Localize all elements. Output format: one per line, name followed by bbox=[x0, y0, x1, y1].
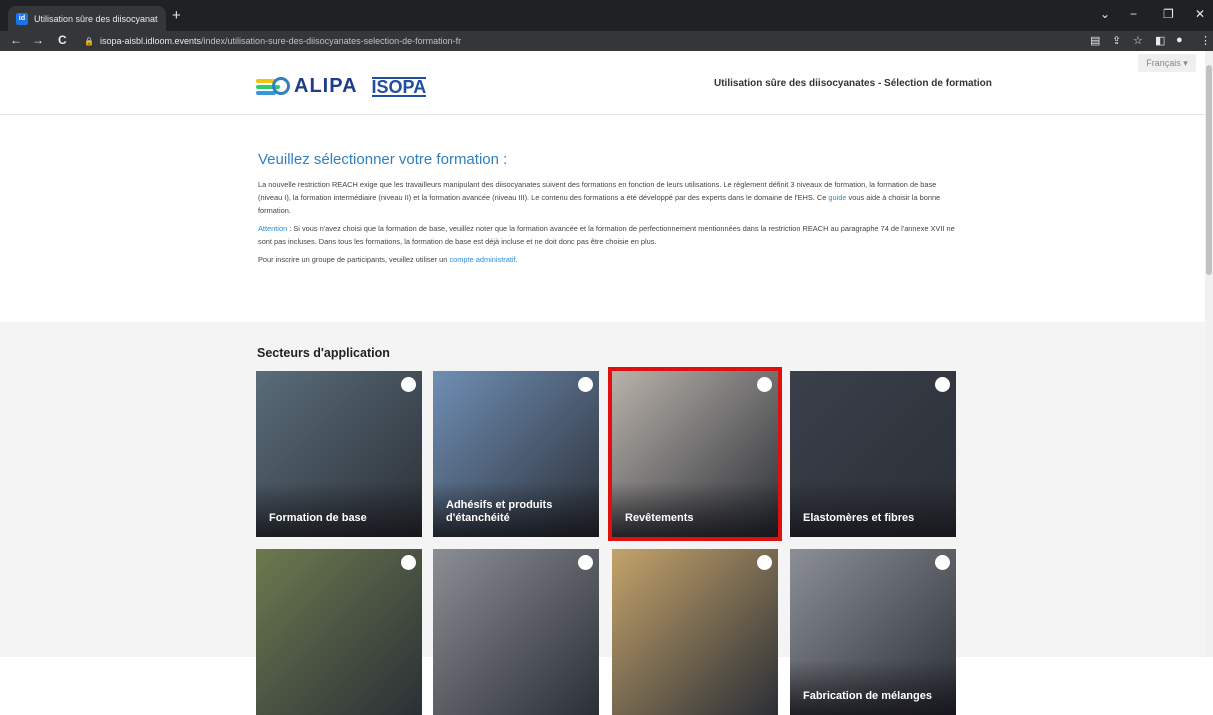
guide-link[interactable]: guide bbox=[828, 193, 846, 202]
attention-paragraph: Attention : Si vous n'avez choisi que la… bbox=[258, 224, 955, 246]
scrollbar-thumb[interactable] bbox=[1206, 65, 1212, 275]
reload-icon[interactable]: C bbox=[58, 33, 67, 47]
restore-button[interactable]: ❐ bbox=[1163, 7, 1174, 21]
alipa-logo: ALIPA bbox=[294, 75, 358, 97]
tab-search-icon[interactable]: ⌄ bbox=[1100, 7, 1110, 21]
bookmark-star-icon[interactable]: ☆ bbox=[1133, 34, 1143, 47]
card-radio[interactable] bbox=[578, 377, 593, 392]
page-content: ALIPA ISOPA Utilisation sûre des diisocy… bbox=[0, 51, 1213, 715]
card-radio[interactable] bbox=[935, 555, 950, 570]
sector-card[interactable]: Adhésifs et produits d'étanchéité bbox=[433, 371, 599, 537]
sectors-section: Secteurs d'application Formation de base… bbox=[0, 322, 1213, 715]
intro-section: Veuillez sélectionner votre formation : … bbox=[258, 151, 958, 271]
minimize-button[interactable]: − bbox=[1130, 7, 1137, 21]
browser-tab[interactable]: id Utilisation sûre des diisocyanates × bbox=[8, 6, 166, 31]
sector-card[interactable]: Formation de base bbox=[256, 371, 422, 537]
card-label: Adhésifs et produits d'étanchéité bbox=[446, 499, 553, 524]
page-scrollbar[interactable] bbox=[1205, 51, 1213, 657]
tab-title: Utilisation sûre des diisocyanates × bbox=[34, 13, 158, 24]
sector-card-selected[interactable]: Revêtements bbox=[608, 367, 782, 541]
language-select[interactable]: Français ▾ bbox=[1138, 54, 1196, 72]
page-title: Utilisation sûre des diisocyanates - Sél… bbox=[714, 78, 992, 89]
card-image bbox=[256, 549, 422, 715]
site-header: ALIPA ISOPA Utilisation sûre des diisocy… bbox=[0, 51, 1213, 115]
back-icon[interactable]: ← bbox=[10, 33, 22, 47]
card-radio[interactable] bbox=[401, 555, 416, 570]
card-radio[interactable] bbox=[757, 377, 772, 392]
logos: ALIPA ISOPA bbox=[256, 75, 427, 98]
card-radio[interactable] bbox=[935, 377, 950, 392]
alipa-logo-icon bbox=[256, 76, 290, 97]
admin-account-link[interactable]: compte administratif bbox=[449, 255, 515, 264]
translate-icon[interactable]: ▤ bbox=[1090, 34, 1100, 47]
menu-kebab-icon[interactable]: ⋮ bbox=[1200, 34, 1211, 47]
forward-icon[interactable]: → bbox=[32, 33, 44, 47]
sector-card[interactable] bbox=[433, 549, 599, 715]
url-host: isopa-aisbl.idloom.events bbox=[99, 36, 202, 46]
card-label: Elastomères et fibres bbox=[803, 512, 915, 524]
card-label: Formation de base bbox=[269, 512, 367, 524]
attention-label: Attention bbox=[258, 224, 288, 233]
intro-paragraph: La nouvelle restriction REACH exige que … bbox=[258, 180, 941, 215]
share-icon[interactable]: ⇪ bbox=[1112, 34, 1121, 47]
card-label: Fabrication de mélanges bbox=[803, 690, 932, 702]
side-panel-icon[interactable]: ◧ bbox=[1155, 34, 1165, 47]
card-radio[interactable] bbox=[401, 377, 416, 392]
url-path: /index/utilisation-sure-des-diisocyanate… bbox=[201, 36, 462, 46]
group-paragraph: Pour inscrire un groupe de participants,… bbox=[258, 255, 518, 264]
favicon-icon: id bbox=[16, 12, 28, 25]
new-tab-button[interactable]: + bbox=[172, 7, 181, 24]
card-image bbox=[612, 549, 778, 715]
sector-card[interactable]: Elastomères et fibres bbox=[790, 371, 956, 537]
sector-card[interactable] bbox=[256, 549, 422, 715]
sector-card[interactable] bbox=[612, 549, 778, 715]
close-window-button[interactable]: ✕ bbox=[1195, 7, 1205, 21]
intro-heading: Veuillez sélectionner votre formation : bbox=[258, 151, 508, 168]
address-bar[interactable]: 🔒 isopa-aisbl.idloom.events /index/utili… bbox=[84, 33, 1094, 49]
card-label: Revêtements bbox=[625, 512, 694, 524]
isopa-logo: ISOPA bbox=[371, 76, 427, 97]
profile-avatar-icon[interactable]: ● bbox=[1176, 34, 1183, 46]
card-radio[interactable] bbox=[578, 555, 593, 570]
sector-card[interactable]: Fabrication de mélanges bbox=[790, 549, 956, 715]
card-radio[interactable] bbox=[757, 555, 772, 570]
lock-icon: 🔒 bbox=[84, 36, 94, 46]
browser-toolbar: ← → C 🔒 isopa-aisbl.idloom.events /index… bbox=[0, 31, 1213, 51]
sectors-heading: Secteurs d'application bbox=[257, 346, 390, 360]
browser-tab-bar: id Utilisation sûre des diisocyanates × … bbox=[0, 0, 1213, 31]
card-image bbox=[433, 549, 599, 715]
